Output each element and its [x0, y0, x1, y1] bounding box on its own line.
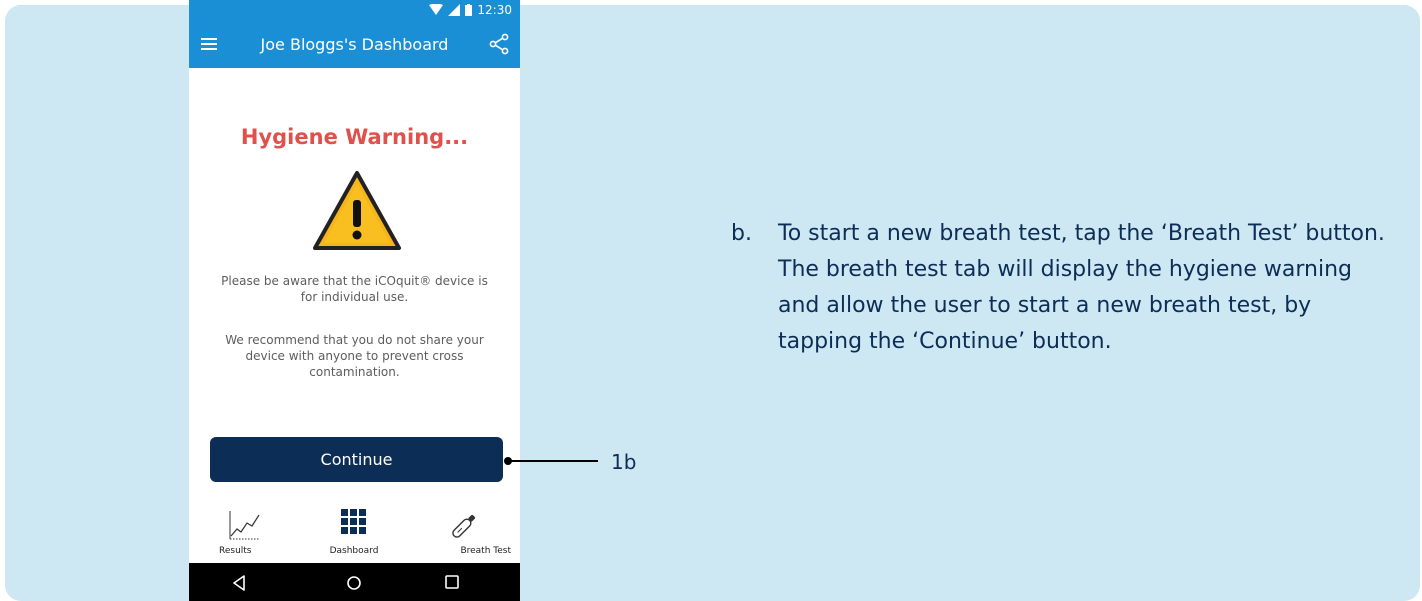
android-nav-bar: [189, 563, 520, 601]
app-title: Joe Bloggs's Dashboard: [260, 35, 449, 54]
tab-breath-test-label: Breath Test: [460, 546, 511, 556]
tab-dashboard[interactable]: Dashboard: [299, 505, 409, 563]
status-bar: 12:30: [189, 0, 520, 22]
share-icon[interactable]: [488, 33, 510, 55]
battery-icon: [465, 4, 473, 16]
status-time: 12:30: [477, 3, 512, 17]
grid-icon: [341, 509, 366, 534]
wifi-icon: [429, 4, 444, 15]
warning-title: Hygiene Warning...: [240, 125, 469, 149]
callout-dot: [504, 457, 512, 465]
tab-dashboard-label: Dashboard: [329, 546, 379, 556]
instruction-marker: b.: [731, 221, 752, 246]
app-bar: Joe Bloggs's Dashboard: [189, 22, 520, 68]
phone-screen: 12:30 Joe Bloggs's Dashboard Hygiene War…: [189, 0, 520, 601]
home-icon[interactable]: [346, 575, 362, 591]
instruction-text: To start a new breath test, tap the ‘Bre…: [778, 221, 1385, 354]
chart-icon: [229, 511, 260, 540]
back-icon[interactable]: [232, 575, 246, 591]
signal-icon: [448, 4, 461, 16]
warning-triangle-icon: [313, 171, 401, 250]
recent-apps-icon[interactable]: [445, 575, 459, 589]
bottom-tab-bar: Results Dashboard Breath Test: [189, 505, 520, 563]
warning-message-individual-use: Please be aware that the iCOquit® device…: [221, 274, 488, 304]
tab-results-label: Results: [219, 546, 252, 556]
warning-message-do-not-share: We recommend that you do not share your …: [225, 333, 484, 379]
continue-button[interactable]: Continue: [210, 437, 503, 482]
tab-results[interactable]: Results: [189, 505, 299, 563]
callout-line: [507, 460, 598, 462]
tab-breath-test[interactable]: Breath Test: [409, 505, 519, 563]
callout-label: 1b: [611, 450, 637, 474]
breath-device-icon: [452, 514, 476, 538]
